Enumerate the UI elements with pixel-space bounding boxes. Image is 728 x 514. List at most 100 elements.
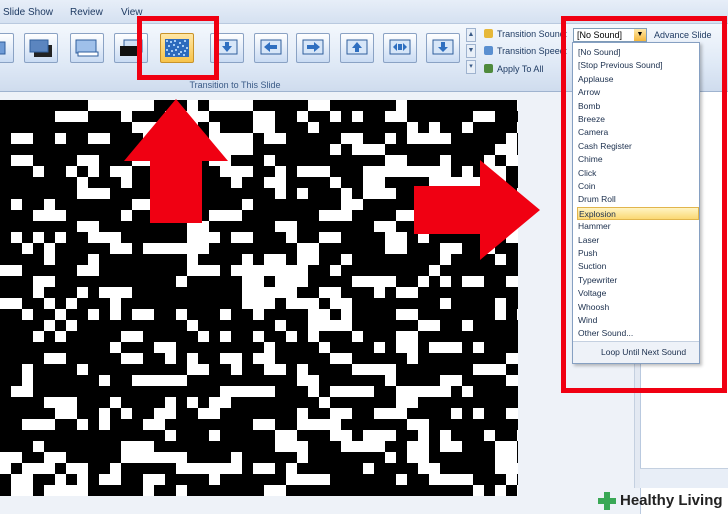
dissolve-block: [22, 133, 33, 144]
dissolve-block: [495, 364, 506, 375]
dissolve-block: [209, 430, 220, 441]
dissolve-block: [22, 375, 33, 386]
dissolve-block: [440, 386, 451, 397]
dissolve-block: [407, 133, 429, 144]
dissolve-block: [0, 298, 22, 309]
gallery-scroll-up-button[interactable]: ▲: [466, 28, 476, 42]
push-right-transition-thumbnail[interactable]: [296, 33, 330, 63]
dissolve-block: [330, 265, 341, 276]
dissolve-block: [407, 397, 418, 408]
cover-down-transition-thumbnail[interactable]: [426, 33, 460, 63]
dissolve-block: [264, 287, 286, 298]
dissolve-block: [506, 276, 517, 287]
dissolve-block: [330, 210, 352, 221]
dissolve-block: [253, 386, 275, 397]
dissolve-block: [198, 408, 209, 419]
push-up-arrow-transition-thumbnail[interactable]: [340, 33, 374, 63]
dissolve-block: [187, 364, 209, 375]
dissolve-block: [55, 474, 66, 485]
dissolve-block: [55, 210, 66, 221]
dissolve-block: [11, 155, 33, 166]
dissolve-block: [154, 243, 165, 254]
dissolve-block: [473, 111, 495, 122]
dissolve-block: [308, 122, 319, 133]
dissolve-block: [33, 463, 55, 474]
cut-transition-thumbnail[interactable]: [24, 33, 58, 63]
dissolve-block: [396, 100, 407, 111]
speed-icon: [484, 46, 493, 55]
watermark-text: Healthy Living: [620, 492, 723, 509]
dissolve-block: [297, 243, 308, 254]
dissolve-block: [286, 463, 297, 474]
wheel-transition-thumbnail[interactable]: [383, 33, 417, 63]
dissolve-block: [22, 463, 33, 474]
dissolve-block: [385, 166, 407, 177]
dissolve-block: [110, 397, 121, 408]
dissolve-block: [462, 320, 473, 331]
dissolve-block: [11, 199, 22, 210]
dissolve-block: [341, 133, 363, 144]
apply-to-all-button[interactable]: Apply To All: [484, 64, 543, 74]
dissolve-block: [44, 243, 55, 254]
dissolve-block: [187, 353, 198, 364]
dissolve-block: [297, 254, 319, 265]
dissolve-block: [286, 232, 297, 243]
dissolve-block: [66, 111, 88, 122]
dissolve-block: [330, 419, 341, 430]
dissolve-block: [264, 122, 275, 133]
dissolve-block: [176, 485, 187, 496]
dissolve-block: [121, 408, 132, 419]
dissolve-block: [407, 342, 418, 353]
dissolve-block: [143, 474, 165, 485]
dissolve-block: [275, 320, 286, 331]
dissolve-block: [231, 177, 242, 188]
dissolve-block: [407, 419, 418, 430]
dissolve-block: [22, 419, 33, 430]
dissolve-block: [198, 331, 209, 342]
dissolve-block: [506, 133, 517, 144]
dissolve-block: [264, 177, 286, 188]
gallery-more-button[interactable]: ▾: [466, 60, 476, 74]
dissolve-block: [341, 430, 352, 441]
dissolve-block: [0, 452, 22, 463]
dissolve-block: [341, 320, 352, 331]
gallery-scroll-down-button[interactable]: ▼: [466, 44, 476, 58]
dissolve-block: [495, 441, 517, 452]
dissolve-block: [88, 221, 99, 232]
push-up-transition-thumbnail[interactable]: [70, 33, 104, 63]
dissolve-block: [418, 320, 440, 331]
tab-review[interactable]: Review: [70, 7, 103, 18]
dissolve-block: [341, 298, 352, 309]
dissolve-block: [363, 386, 374, 397]
dissolve-block: [99, 419, 110, 430]
push-left-transition-thumbnail[interactable]: [254, 33, 288, 63]
tab-slide-show[interactable]: Slide Show: [3, 7, 53, 18]
dissolve-block: [473, 342, 484, 353]
dissolve-block: [242, 265, 264, 276]
dissolve-block: [55, 309, 66, 320]
dissolve-block: [407, 353, 418, 364]
dissolve-block: [429, 265, 440, 276]
dissolve-block: [220, 309, 231, 320]
dissolve-block: [44, 353, 55, 364]
healthy-living-watermark: Healthy Living: [598, 490, 728, 514]
dissolve-block: [462, 386, 473, 397]
dissolve-block: [55, 232, 66, 243]
transition-sound-label: Transition Sound:: [497, 29, 568, 39]
dissolve-block: [473, 485, 484, 496]
dissolve-block: [286, 474, 297, 485]
dissolve-block: [330, 111, 341, 122]
dissolve-block: [77, 287, 88, 298]
fade-transition-thumbnail[interactable]: [0, 33, 14, 63]
dissolve-block: [253, 287, 264, 298]
dissolve-block: [352, 441, 363, 452]
arrow-up-annotation: [124, 99, 228, 223]
apply-to-all-label: Apply To All: [497, 64, 544, 74]
dissolve-block: [154, 419, 165, 430]
dissolve-block: [440, 430, 451, 441]
dissolve-block: [385, 243, 396, 254]
dissolve-block: [440, 276, 451, 287]
dissolve-block: [55, 408, 66, 419]
dissolve-block: [297, 265, 308, 276]
arrow-down-icon: [432, 39, 454, 55]
